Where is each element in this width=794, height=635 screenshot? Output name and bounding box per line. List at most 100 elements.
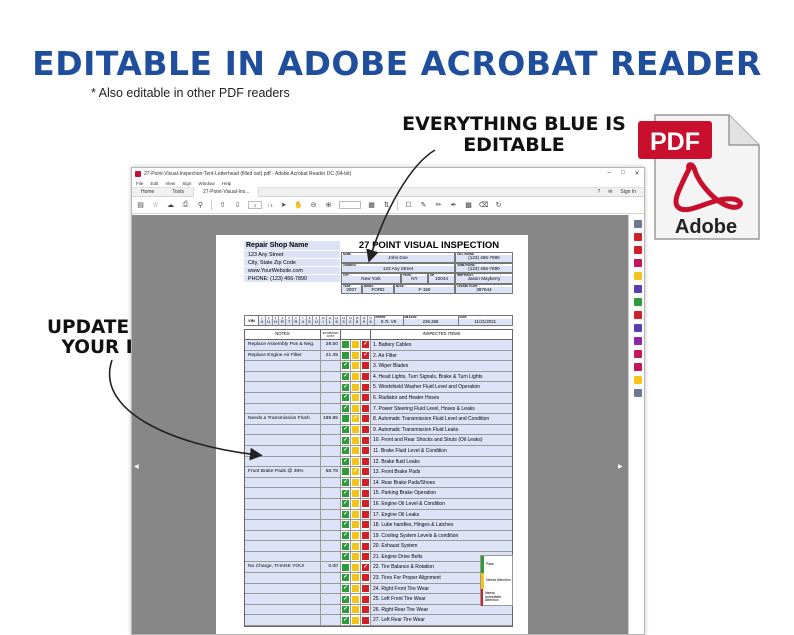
sign-icon[interactable]: ✒ bbox=[449, 201, 458, 210]
more-tools-icon[interactable] bbox=[633, 389, 642, 397]
hand-icon[interactable]: ✋ bbox=[294, 201, 303, 210]
note-field[interactable] bbox=[245, 520, 321, 530]
note-field[interactable] bbox=[245, 573, 321, 583]
inspected-item-field[interactable]: 19. Cooling System Levels & condition bbox=[371, 530, 512, 541]
pass-checkbox[interactable]: ✓ bbox=[341, 424, 351, 435]
note-field[interactable] bbox=[245, 371, 321, 382]
cell-phone-field[interactable]: (123) 456-7890 bbox=[456, 255, 512, 262]
send-icon[interactable] bbox=[633, 350, 642, 358]
vin-char-field[interactable]: 5 bbox=[306, 319, 313, 325]
immediate-checkbox[interactable] bbox=[361, 467, 371, 477]
note-field[interactable]: Front Brake Pads @ 35% bbox=[245, 467, 321, 477]
attention-checkbox[interactable] bbox=[351, 403, 361, 414]
inspected-item-field[interactable]: 27. Left Rear Tire Wear bbox=[371, 615, 512, 626]
vin-char-field[interactable]: R bbox=[279, 319, 286, 325]
immediate-checkbox[interactable] bbox=[361, 498, 371, 509]
date-field[interactable]: 11/21/2021 bbox=[458, 319, 512, 325]
immediate-checkbox[interactable] bbox=[361, 424, 371, 435]
zoom-tool-icon[interactable] bbox=[633, 220, 642, 228]
comment-icon[interactable]: ☐ bbox=[404, 201, 413, 210]
pass-checkbox[interactable] bbox=[341, 350, 351, 361]
cost-field[interactable] bbox=[321, 583, 341, 594]
pass-checkbox[interactable]: ✓ bbox=[341, 382, 351, 392]
note-field[interactable] bbox=[245, 509, 321, 520]
page-number-input[interactable]: 1 bbox=[248, 201, 262, 209]
cost-field[interactable]: 56.78 bbox=[321, 467, 341, 477]
inspected-item-field[interactable]: 17. Engine Oil Leaks bbox=[371, 509, 512, 520]
immediate-checkbox[interactable] bbox=[361, 509, 371, 520]
pass-checkbox[interactable]: ✓ bbox=[341, 604, 351, 615]
cost-field[interactable] bbox=[321, 361, 341, 371]
pass-checkbox[interactable]: ✓ bbox=[341, 477, 351, 488]
inspected-item-field[interactable]: 20. Exhaust System bbox=[371, 541, 512, 551]
note-field[interactable] bbox=[245, 456, 321, 467]
immediate-checkbox[interactable] bbox=[361, 456, 371, 467]
cost-field[interactable] bbox=[321, 382, 341, 392]
immediate-checkbox[interactable] bbox=[361, 382, 371, 392]
attention-checkbox[interactable] bbox=[351, 562, 361, 573]
page-down-icon[interactable]: ⇩ bbox=[233, 201, 242, 210]
menu-help[interactable]: Help bbox=[222, 181, 231, 186]
cost-field[interactable] bbox=[321, 477, 341, 488]
pass-checkbox[interactable]: ✓ bbox=[341, 435, 351, 445]
note-field[interactable]: Replace Assembly Pos & Neg. bbox=[245, 340, 321, 350]
home-phone-field[interactable]: (123) 456-7890 bbox=[456, 265, 512, 272]
attention-checkbox[interactable] bbox=[351, 509, 361, 520]
inspected-item-field[interactable]: 2. Air Filter bbox=[371, 350, 512, 361]
scan-icon[interactable] bbox=[633, 376, 642, 384]
attention-checkbox[interactable] bbox=[351, 541, 361, 551]
cost-field[interactable]: 21.45 bbox=[321, 350, 341, 361]
pass-checkbox[interactable]: ✓ bbox=[341, 573, 351, 583]
pen-icon[interactable]: ✎ bbox=[419, 201, 428, 210]
pass-checkbox[interactable] bbox=[341, 340, 351, 350]
inspected-item-field[interactable]: 6. Radiator and Heater Hoses bbox=[371, 392, 512, 403]
note-field[interactable]: No Charge, THANK YOU! bbox=[245, 562, 321, 573]
immediate-checkbox[interactable]: ✓ bbox=[361, 340, 371, 350]
city-field[interactable]: New York bbox=[342, 276, 400, 283]
shop-website-field[interactable]: www.YourWebsite.com bbox=[244, 267, 340, 274]
attention-checkbox[interactable]: ✓ bbox=[351, 467, 361, 477]
note-field[interactable]: Replace Engine Air Filter bbox=[245, 350, 321, 361]
inspected-item-field[interactable]: 9. Automatic Transmission Fluid Leaks bbox=[371, 424, 512, 435]
address-field[interactable]: 123 Any Street bbox=[342, 265, 454, 272]
vin-char-field[interactable]: H bbox=[272, 319, 279, 325]
attention-checkbox[interactable] bbox=[351, 350, 361, 361]
collapse-left-icon[interactable]: ◀ bbox=[134, 463, 139, 470]
note-field[interactable] bbox=[245, 477, 321, 488]
note-field[interactable] bbox=[245, 361, 321, 371]
vin-char-field[interactable]: T bbox=[286, 319, 292, 325]
cost-field[interactable] bbox=[321, 604, 341, 615]
immediate-checkbox[interactable] bbox=[361, 530, 371, 541]
note-field[interactable] bbox=[245, 382, 321, 392]
shop-street-field[interactable]: 123 Any Street bbox=[244, 251, 340, 258]
pass-checkbox[interactable]: ✓ bbox=[341, 488, 351, 498]
attention-checkbox[interactable] bbox=[351, 520, 361, 530]
vin-char-field[interactable]: 6 bbox=[333, 319, 340, 325]
prepare-form-icon[interactable] bbox=[633, 363, 642, 371]
inspected-item-field[interactable]: 15. Parking Brake Operation bbox=[371, 488, 512, 498]
cost-field[interactable] bbox=[321, 371, 341, 382]
export-pdf-icon[interactable] bbox=[633, 233, 642, 241]
vin-char-field[interactable]: U bbox=[265, 319, 272, 325]
attention-checkbox[interactable] bbox=[351, 371, 361, 382]
vin-char-field[interactable]: 4 bbox=[299, 319, 306, 325]
attention-checkbox[interactable] bbox=[351, 340, 361, 350]
attention-checkbox[interactable] bbox=[351, 551, 361, 562]
inspected-item-field[interactable]: 10. Front and Rear Shocks and Struts (Oi… bbox=[371, 435, 512, 445]
inspected-item-field[interactable]: 18. Lube handles, Hinges & Latches bbox=[371, 520, 512, 530]
cost-field[interactable] bbox=[321, 520, 341, 530]
attention-checkbox[interactable] bbox=[351, 445, 361, 456]
fit-page-icon[interactable]: ▦ bbox=[367, 201, 376, 210]
immediate-checkbox[interactable] bbox=[361, 445, 371, 456]
pass-checkbox[interactable]: ✓ bbox=[341, 445, 351, 456]
cost-field[interactable] bbox=[321, 615, 341, 626]
immediate-checkbox[interactable] bbox=[361, 403, 371, 414]
note-field[interactable] bbox=[245, 551, 321, 562]
note-field[interactable] bbox=[245, 435, 321, 445]
comment-tool-icon[interactable] bbox=[633, 272, 642, 280]
upload-icon[interactable]: ☁ bbox=[166, 201, 175, 210]
attention-checkbox[interactable] bbox=[351, 498, 361, 509]
written-by-field[interactable]: Jason Mayberry bbox=[456, 276, 512, 283]
immediate-checkbox[interactable] bbox=[361, 594, 371, 604]
shop-name-field[interactable]: Repair Shop Name bbox=[244, 241, 340, 250]
